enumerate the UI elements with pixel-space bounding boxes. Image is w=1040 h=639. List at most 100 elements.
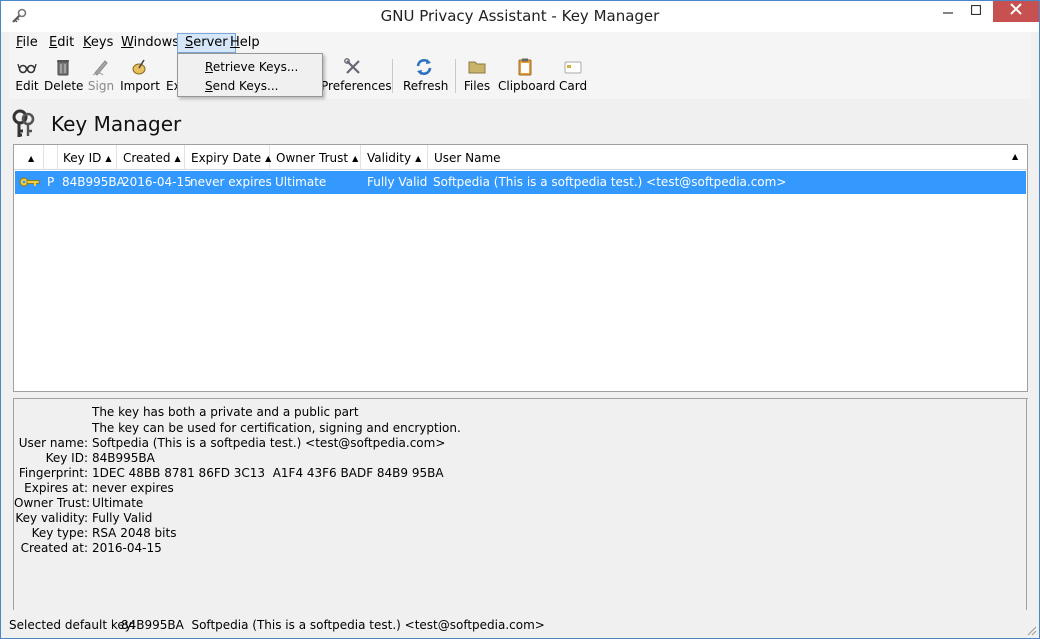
cell-validity: Fully Valid xyxy=(367,175,428,189)
details-label: User name: xyxy=(18,436,88,450)
glasses-icon xyxy=(17,63,37,74)
folder-icon xyxy=(468,61,486,74)
column-header-user-name-label: User Name xyxy=(434,151,501,165)
card-button-label: Card xyxy=(559,79,588,93)
server-menu-dropdown: Retrieve Keys... Send Keys... xyxy=(177,53,323,97)
details-key-id-row: Key ID: 84B995BA xyxy=(14,451,1014,466)
details-owner-trust-value: Ultimate xyxy=(92,496,144,510)
maximize-icon xyxy=(970,4,982,16)
menu-file-label: ile xyxy=(22,35,38,50)
column-header-key-id[interactable]: Key ID ▲ xyxy=(58,145,117,170)
menu-item-send-keys[interactable]: Send Keys... xyxy=(179,76,321,95)
import-icon xyxy=(132,59,146,75)
menu-keys-label: eys xyxy=(90,35,114,50)
clipboard-icon xyxy=(518,58,532,76)
details-label: Key type: xyxy=(31,526,88,540)
menu-windows[interactable]: Windows xyxy=(114,33,186,53)
cell-key-id: 84B995BA xyxy=(62,175,125,189)
close-button[interactable] xyxy=(993,1,1039,22)
status-default-key: 84B995BA Softpedia (This is a softpedia … xyxy=(121,618,545,632)
details-key-validity-value: Fully Valid xyxy=(92,511,153,525)
send-keys-label: end Keys... xyxy=(212,79,279,93)
minimize-icon xyxy=(943,12,953,14)
sort-arrow-icon: ▲ xyxy=(28,154,35,163)
menu-file[interactable]: File xyxy=(9,33,45,53)
column-header-validity[interactable]: Validity ▲ xyxy=(361,145,428,170)
details-fingerprint-value: 1DEC 48BB 8781 86FD 3C13 A1F4 43F6 BADF … xyxy=(92,466,444,480)
key-list-table: ▲ Key ID ▲ Created ▲ Expiry Date ▲ Owner Tr… xyxy=(13,144,1028,392)
menu-windows-mnemonic: W xyxy=(121,35,134,50)
clipboard-button[interactable]: Clipboard xyxy=(498,57,556,97)
edit-button[interactable]: Edit xyxy=(13,57,41,97)
details-created-row: Created at: 2016-04-15 xyxy=(14,541,1014,556)
menu-item-retrieve-keys[interactable]: Retrieve Keys... xyxy=(179,57,321,76)
details-user-name-value: Softpedia (This is a softpedia test.) <t… xyxy=(92,436,446,450)
edit-button-label: Edit xyxy=(15,79,39,93)
menu-windows-label: indows xyxy=(133,35,180,50)
column-header-created[interactable]: Created ▲ xyxy=(117,145,185,170)
clipboard-button-label: Clipboard xyxy=(498,79,556,93)
refresh-button-label: Refresh xyxy=(403,79,449,93)
tools-icon xyxy=(344,58,360,74)
table-header: ▲ Key ID ▲ Created ▲ Expiry Date ▲ Owner Tr… xyxy=(14,145,1027,170)
column-header-owner-trust-label: Owner Trust xyxy=(276,151,349,165)
cell-created: 2016-04-15 xyxy=(122,175,192,189)
details-owner-trust-row: Owner Trust: Ultimate xyxy=(14,496,1014,511)
details-line: The key has both a private and a public … xyxy=(14,405,1014,420)
close-icon xyxy=(1010,3,1022,15)
retrieve-keys-label: etrieve Keys... xyxy=(212,60,299,74)
details-key-validity-row: Key validity: Fully Valid xyxy=(14,511,1014,526)
toolbar-separator xyxy=(455,59,456,93)
files-button-label: Files xyxy=(463,79,491,93)
import-button[interactable]: Import xyxy=(120,57,160,97)
column-header-user-name[interactable]: User Name ▲ xyxy=(428,145,1027,170)
sort-arrow-icon: ▲ xyxy=(352,154,359,163)
details-label: Expires at: xyxy=(24,481,88,495)
column-header-expiry-date-label: Expiry Date xyxy=(191,151,262,165)
column-header-icon[interactable]: ▲ xyxy=(14,145,44,170)
smartcard-icon xyxy=(564,61,582,74)
details-line: The key can be used for certification, s… xyxy=(14,421,1014,436)
key-details-pane: The key has both a private and a public … xyxy=(13,398,1028,610)
details-expires-row: Expires at: never expires xyxy=(14,481,1014,496)
sort-arrow-icon: ▲ xyxy=(1012,152,1019,161)
preferences-button-label: Preferences xyxy=(321,79,392,93)
retrieve-keys-mnemonic: R xyxy=(205,60,213,74)
delete-button[interactable]: Delete xyxy=(44,57,83,97)
resize-grip-icon[interactable] xyxy=(1025,624,1037,636)
status-label: Selected default key: xyxy=(9,618,136,632)
column-header-validity-label: Validity xyxy=(367,151,412,165)
column-header-owner-trust[interactable]: Owner Trust ▲ xyxy=(270,145,361,170)
files-button[interactable]: Files xyxy=(463,57,491,97)
details-key-type-row: Key type: RSA 2048 bits xyxy=(14,526,1014,541)
column-header-type[interactable] xyxy=(44,145,58,170)
sort-arrow-icon: ▲ xyxy=(174,154,181,163)
title-bar[interactable]: GNU Privacy Assistant - Key Manager xyxy=(1,1,1039,32)
details-label: Key validity: xyxy=(15,511,88,525)
preferences-button[interactable]: Preferences xyxy=(321,57,392,97)
sign-button[interactable]: Sign xyxy=(87,57,115,97)
column-header-created-label: Created xyxy=(123,151,171,165)
import-button-label: Import xyxy=(120,79,160,93)
trash-icon xyxy=(57,60,69,76)
details-created-value: 2016-04-15 xyxy=(92,541,162,555)
details-fingerprint-row: Fingerprint: 1DEC 48BB 8781 86FD 3C13 A1… xyxy=(14,466,1014,481)
column-header-expiry-date[interactable]: Expiry Date ▲ xyxy=(185,145,271,170)
maximize-button[interactable] xyxy=(959,1,993,22)
details-private-public-text: The key has both a private and a public … xyxy=(92,405,359,419)
details-label: Key ID: xyxy=(45,451,88,465)
menu-edit-mnemonic: E xyxy=(49,35,58,50)
cell-expiry-date: never expires xyxy=(190,175,272,189)
cell-type: P xyxy=(47,175,55,189)
table-row[interactable]: P 84B995BA 2016-04-15 never expires Ulti… xyxy=(15,171,1026,194)
cell-owner-trust: Ultimate xyxy=(275,175,327,189)
status-bar: Selected default key: 84B995BA Softpedia… xyxy=(1,612,1039,638)
details-label: Created at: xyxy=(20,541,88,555)
refresh-button[interactable]: Refresh xyxy=(403,57,449,97)
details-key-id-value: 84B995BA xyxy=(92,451,155,465)
app-window: GNU Privacy Assistant - Key Manager File… xyxy=(0,0,1040,639)
keypair-icon xyxy=(19,177,40,187)
card-button[interactable]: Card xyxy=(559,57,587,97)
menu-help[interactable]: Help xyxy=(223,33,267,53)
menu-keys-mnemonic: K xyxy=(83,35,91,50)
